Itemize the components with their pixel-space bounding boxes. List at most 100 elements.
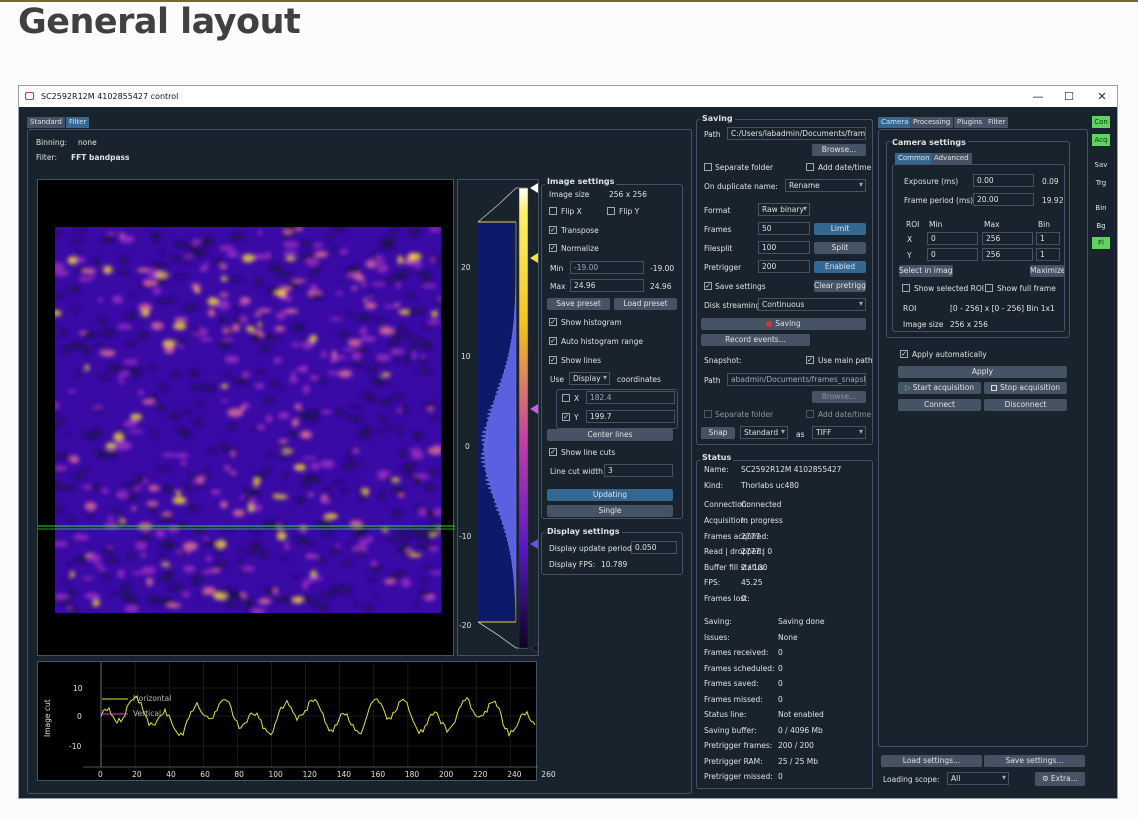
side-button-con[interactable]: Con bbox=[1092, 116, 1110, 128]
extra-button[interactable]: ⚙ Extra... bbox=[1035, 772, 1085, 786]
roi-x-min-input[interactable]: 0 bbox=[927, 232, 978, 245]
separate-folder-checkbox[interactable] bbox=[704, 163, 712, 171]
image-view[interactable] bbox=[37, 179, 455, 656]
roi-y-max-input[interactable]: 256 bbox=[982, 248, 1033, 261]
save-settings-button[interactable]: Save settings... bbox=[984, 755, 1085, 767]
image-speckle bbox=[282, 473, 289, 478]
add-date-time-checkbox[interactable] bbox=[806, 163, 814, 171]
flip-x-checkbox[interactable] bbox=[549, 207, 557, 215]
load-settings-button[interactable]: Load settings... bbox=[881, 755, 982, 767]
snapshot-separate-folder-checkbox[interactable] bbox=[704, 410, 712, 418]
on-duplicate-select[interactable]: Rename bbox=[785, 179, 866, 192]
pretrigger-enabled-button[interactable]: Enabled bbox=[814, 261, 866, 273]
frames-input[interactable]: 50 bbox=[758, 222, 810, 235]
roi-y-min-input[interactable]: 0 bbox=[927, 248, 978, 261]
save-settings-checkbox[interactable]: ✓ bbox=[704, 282, 712, 290]
image-speckle bbox=[227, 423, 237, 430]
subtab-advanced[interactable]: Advanced bbox=[931, 153, 972, 164]
save-preset-button[interactable]: Save preset bbox=[547, 298, 610, 310]
select-in-image-button[interactable]: Select in image bbox=[899, 265, 953, 277]
subtab-common[interactable]: Common bbox=[895, 153, 933, 164]
updating-button[interactable]: Updating bbox=[547, 489, 673, 501]
split-button[interactable]: Split bbox=[814, 242, 866, 254]
snapshot-add-date-time-checkbox[interactable] bbox=[806, 410, 814, 418]
single-button[interactable]: Single bbox=[547, 505, 673, 517]
snapshot-browse-button[interactable]: Browse... bbox=[812, 391, 866, 403]
image-speckle bbox=[309, 334, 317, 343]
display-update-period-input[interactable]: 0.050 bbox=[631, 541, 677, 554]
roi-x-max-input[interactable]: 256 bbox=[982, 232, 1033, 245]
side-button-fl[interactable]: Fl bbox=[1092, 237, 1110, 249]
exposure-input[interactable]: 0.00 bbox=[973, 174, 1034, 187]
image-speckle bbox=[176, 490, 181, 497]
colorbar-handle-2[interactable] bbox=[530, 404, 538, 414]
limit-button[interactable]: Limit bbox=[814, 223, 866, 235]
show-line-cuts-checkbox[interactable]: ✓ bbox=[549, 448, 557, 456]
colorbar-top-handle[interactable] bbox=[530, 183, 538, 193]
minimize-button[interactable]: — bbox=[1023, 88, 1053, 105]
side-button-sav[interactable]: Sav bbox=[1092, 159, 1110, 171]
close-button[interactable]: ✕ bbox=[1087, 88, 1117, 105]
center-lines-button[interactable]: Center lines bbox=[547, 429, 673, 441]
snap-button[interactable]: Snap bbox=[701, 427, 735, 439]
show-histogram-checkbox[interactable]: ✓ bbox=[549, 318, 557, 326]
line-cut-plot[interactable]: Image cut Horizontal Vertical 10 0 -10 0… bbox=[37, 661, 556, 781]
tab-plugins[interactable]: Plugins bbox=[954, 117, 986, 128]
saving-path-input[interactable]: C:/Users/labadmin/Documents/frames bbox=[727, 127, 866, 140]
side-button-acq[interactable]: Acq bbox=[1092, 134, 1110, 146]
snapshot-format-select[interactable]: TIFF bbox=[812, 426, 866, 439]
apply-button[interactable]: Apply bbox=[898, 366, 1067, 378]
show-full-frame-checkbox[interactable] bbox=[985, 284, 993, 292]
disk-streaming-select[interactable]: Continuous bbox=[758, 298, 866, 311]
saving-toggle-button[interactable]: Saving bbox=[701, 318, 866, 330]
roi-y-bin-input[interactable]: 1 bbox=[1036, 248, 1060, 261]
maximize-button[interactable]: ☐ bbox=[1054, 88, 1084, 105]
min-input[interactable]: -19.00 bbox=[570, 261, 644, 274]
colorbar-handle-1[interactable] bbox=[530, 253, 538, 263]
tab-filter-right[interactable]: Filter bbox=[985, 117, 1009, 128]
show-lines-checkbox[interactable]: ✓ bbox=[549, 356, 557, 364]
show-selected-roi-checkbox[interactable] bbox=[902, 284, 910, 292]
max-input[interactable]: 24.96 bbox=[570, 279, 644, 292]
tab-standard[interactable]: Standard bbox=[27, 117, 65, 128]
tab-camera[interactable]: Camera bbox=[878, 117, 912, 128]
start-acquisition-button[interactable]: ▷ Start acquisition bbox=[898, 382, 981, 394]
snapshot-path-input[interactable]: abadmin/Documents/frames_snapshot bbox=[727, 373, 866, 386]
apply-automatically-checkbox[interactable]: ✓ bbox=[900, 350, 908, 358]
side-button-bg[interactable]: Bg bbox=[1092, 220, 1110, 232]
disconnect-button[interactable]: Disconnect bbox=[984, 399, 1067, 411]
transpose-checkbox[interactable]: ✓ bbox=[549, 226, 557, 234]
connect-button[interactable]: Connect bbox=[898, 399, 981, 411]
colorbar-gradient[interactable] bbox=[518, 187, 529, 649]
loading-scope-select[interactable]: All bbox=[947, 772, 1009, 785]
format-select[interactable]: Raw binary bbox=[758, 203, 810, 216]
side-button-trg[interactable]: Trg bbox=[1092, 177, 1110, 189]
snapshot-mode-select[interactable]: Standard bbox=[740, 426, 788, 439]
tab-filter[interactable]: Filter bbox=[66, 117, 90, 128]
use-main-path-checkbox[interactable]: ✓ bbox=[806, 356, 814, 364]
x-line-input[interactable]: 182.4 bbox=[586, 391, 675, 404]
side-button-bin[interactable]: Bin bbox=[1092, 202, 1110, 214]
colorbar-handle-3[interactable] bbox=[530, 539, 538, 549]
tab-processing[interactable]: Processing bbox=[910, 117, 954, 128]
roi-x-bin-input[interactable]: 1 bbox=[1036, 232, 1060, 245]
record-events-button[interactable]: Record events... bbox=[701, 334, 810, 346]
flip-y-checkbox[interactable] bbox=[607, 207, 615, 215]
filesplit-input[interactable]: 100 bbox=[758, 241, 810, 254]
y-line-input[interactable]: 199.7 bbox=[586, 410, 675, 423]
use-select[interactable]: Display bbox=[569, 372, 610, 385]
clear-pretrigger-button[interactable]: Clear pretrigger bbox=[814, 280, 866, 292]
y-line-checkbox[interactable]: ✓ bbox=[562, 413, 570, 421]
histogram-panel[interactable]: 20 10 0 -10 -20 bbox=[457, 179, 539, 656]
colorbar-bottom-handle[interactable] bbox=[529, 642, 539, 654]
frame-period-input[interactable]: 20.00 bbox=[973, 193, 1034, 206]
auto-histogram-range-checkbox[interactable]: ✓ bbox=[549, 337, 557, 345]
stop-acquisition-button[interactable]: Stop acquisition bbox=[984, 382, 1067, 394]
x-line-checkbox[interactable] bbox=[562, 394, 570, 402]
pretrigger-input[interactable]: 200 bbox=[758, 260, 810, 273]
load-preset-button[interactable]: Load preset bbox=[614, 298, 677, 310]
normalize-checkbox[interactable]: ✓ bbox=[549, 244, 557, 252]
saving-browse-button[interactable]: Browse... bbox=[812, 144, 866, 156]
maximize-roi-button[interactable]: Maximize bbox=[1030, 265, 1064, 277]
line-cut-width-input[interactable]: 3 bbox=[604, 464, 673, 477]
